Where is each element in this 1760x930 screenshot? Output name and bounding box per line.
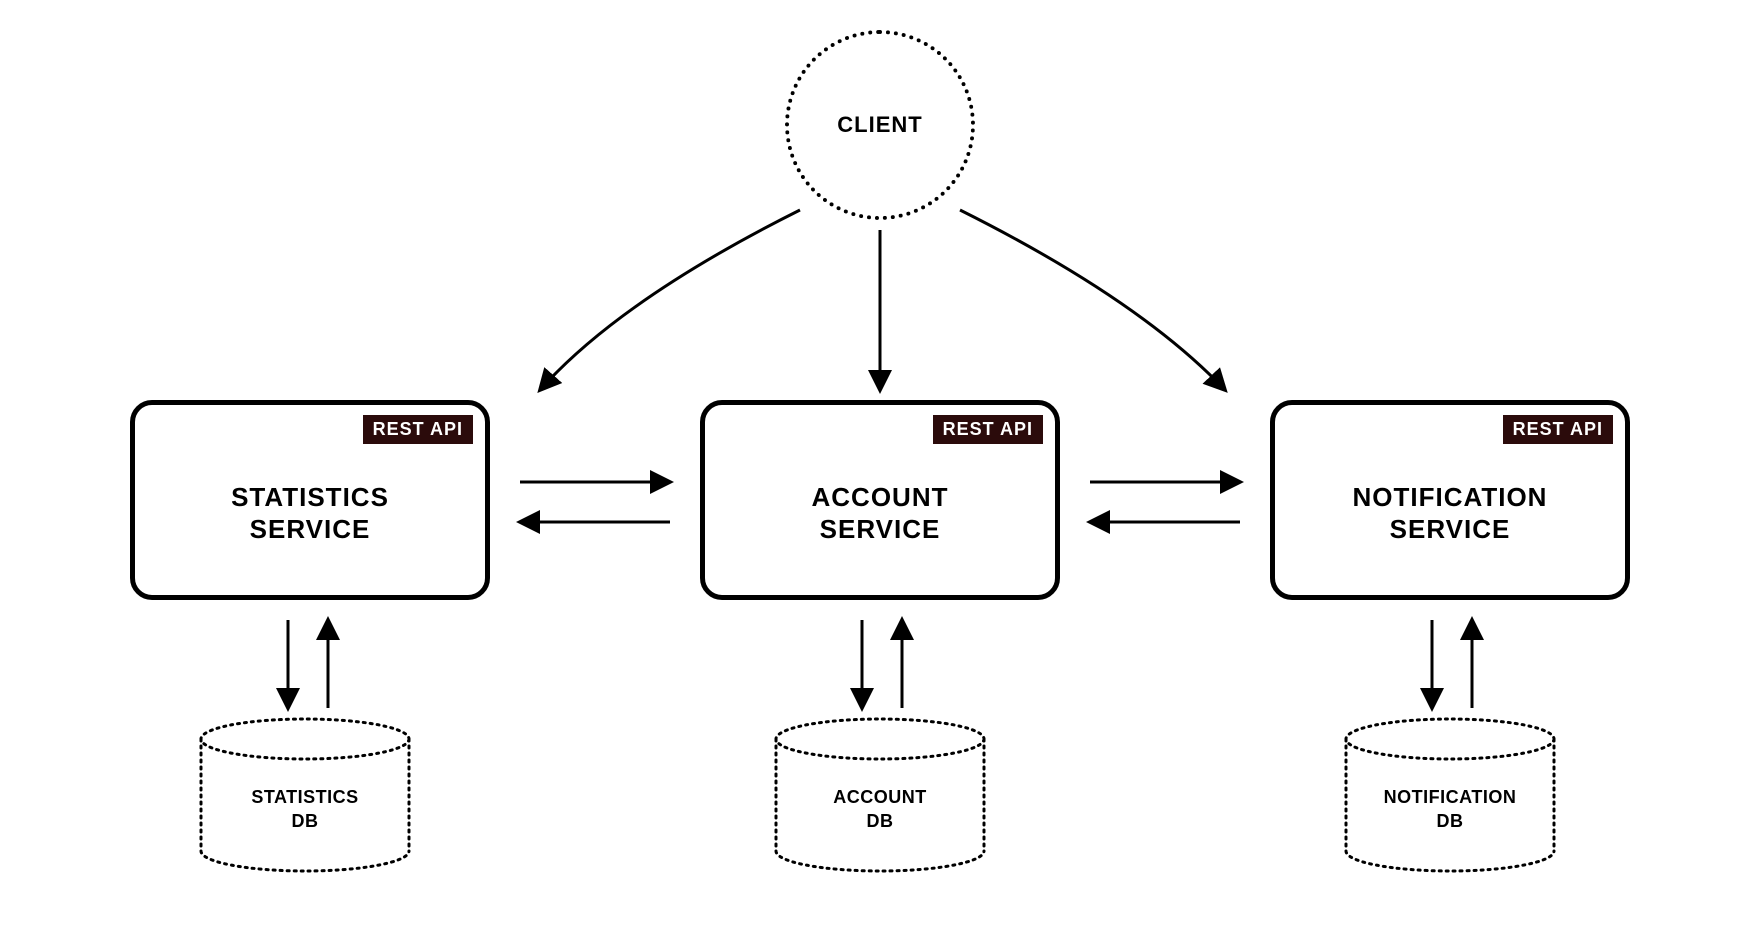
client-label: CLIENT	[837, 112, 922, 138]
arrow-client-to-statistics	[540, 210, 800, 390]
db-label: ACCOUNT DB	[770, 785, 990, 833]
service-statistics: REST API STATISTICS SERVICE	[130, 400, 490, 600]
service-title: STATISTICS SERVICE	[135, 481, 485, 545]
service-title: ACCOUNT SERVICE	[705, 481, 1055, 545]
service-notification: REST API NOTIFICATION SERVICE	[1270, 400, 1630, 600]
arrow-client-to-notification	[960, 210, 1225, 390]
db-notification: NOTIFICATION DB	[1340, 715, 1560, 875]
client-node: CLIENT	[785, 30, 975, 220]
db-statistics: STATISTICS DB	[195, 715, 415, 875]
rest-api-badge: REST API	[363, 415, 473, 444]
service-title: NOTIFICATION SERVICE	[1275, 481, 1625, 545]
service-account: REST API ACCOUNT SERVICE	[700, 400, 1060, 600]
db-label: NOTIFICATION DB	[1340, 785, 1560, 833]
rest-api-badge: REST API	[933, 415, 1043, 444]
db-account: ACCOUNT DB	[770, 715, 990, 875]
rest-api-badge: REST API	[1503, 415, 1613, 444]
db-label: STATISTICS DB	[195, 785, 415, 833]
architecture-diagram: CLIENT REST API STATISTICS SERVICE REST …	[0, 0, 1760, 930]
